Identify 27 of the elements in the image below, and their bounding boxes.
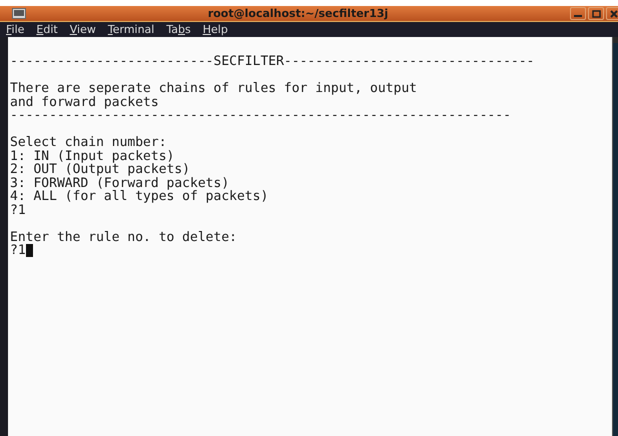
terminal-line: Enter the rule no. to delete: xyxy=(10,230,237,244)
menu-item[interactable]: File xyxy=(6,24,24,35)
terminal-line: 2: OUT (Output packets) xyxy=(10,163,190,176)
menu-item[interactable]: Edit xyxy=(36,24,58,35)
scrollbar[interactable] xyxy=(612,37,618,436)
minimize-icon xyxy=(574,15,582,17)
terminal-line: 3: FORWARD (Forward packets) xyxy=(10,176,230,190)
terminal-line: 4: ALL (for all types of packets) xyxy=(10,190,268,204)
terminal-line: ---------------------------------------------------------------- xyxy=(10,109,511,122)
terminal-line: 1: IN (Input packets) xyxy=(10,150,174,163)
terminal-line: and forward packets xyxy=(10,96,159,109)
menu-item[interactable]: Help xyxy=(202,24,228,35)
menu-item[interactable]: View xyxy=(70,24,96,35)
close-icon xyxy=(610,10,618,18)
menu-item[interactable]: Terminal xyxy=(108,24,154,35)
close-button[interactable] xyxy=(606,7,618,20)
terminal-line: ?1 xyxy=(10,204,26,217)
maximize-icon xyxy=(592,10,600,18)
terminal-window-icon xyxy=(12,8,26,19)
minimize-button[interactable] xyxy=(570,7,586,20)
maximize-button[interactable] xyxy=(588,7,604,20)
menu-item[interactable]: Tabs xyxy=(166,24,191,35)
terminal-line: ?1 xyxy=(10,244,26,258)
terminal-line: --------------------------SECFILTER-------------------------------- xyxy=(10,55,534,68)
window-title: root@localhost:~/secfilter13j xyxy=(208,8,388,19)
terminal-line: There are seperate chains of rules for input, output xyxy=(10,82,417,96)
terminal-line: Select chain number: xyxy=(10,136,167,150)
